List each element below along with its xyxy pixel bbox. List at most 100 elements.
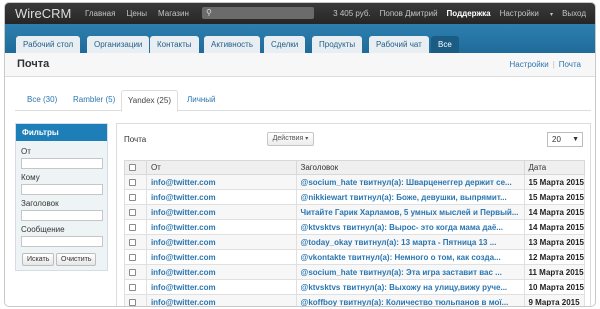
to-field[interactable] — [21, 184, 103, 195]
row-date: 15 Марта 2015 — [523, 189, 585, 205]
row-subject[interactable]: @socium_hate твитнул(а): Шварценеггер де… — [295, 174, 525, 190]
tab-personal[interactable]: Личный — [181, 90, 222, 111]
table-row[interactable]: info@twitter.com @socium_hate твитнул(а):… — [124, 264, 585, 280]
row-select-cell — [124, 294, 147, 306]
row-checkbox[interactable] — [129, 253, 136, 261]
tab-desktop[interactable]: Рабочий стол — [16, 36, 81, 53]
nav-store[interactable]: Магазин — [158, 9, 189, 18]
page-title: Почта — [17, 58, 50, 70]
row-subject[interactable]: @nikkiewart твитнул(а): Боже, девушки, в… — [295, 189, 525, 205]
table-row[interactable]: info@twitter.com @socium_hate твитнул(а):… — [124, 174, 585, 190]
row-date: 13 Марта 2015 — [523, 234, 585, 250]
tab-organizations[interactable]: Организации — [87, 36, 150, 53]
table-row[interactable]: info@twitter.com @koffboy твитнул(а): Кол… — [124, 294, 585, 306]
chevron-down-icon: ▾ — [550, 12, 554, 18]
subject-label: Заголовок — [21, 199, 59, 208]
row-subject[interactable]: @vkontakte твитнул(а): Немного о том, ка… — [295, 249, 525, 265]
search-input[interactable]: ⚲ — [202, 7, 314, 19]
row-checkbox[interactable] — [129, 208, 136, 216]
table-row[interactable]: info@twitter.com @ktvsktvs твитнул(а): Вы… — [124, 219, 585, 235]
top-nav: Главная Цены Магазин — [85, 3, 200, 24]
row-checkbox[interactable] — [129, 298, 136, 306]
filters-panel: Фильтры От Кому Заголовок Сообщение Иска… — [15, 123, 108, 271]
table-row[interactable]: info@twitter.com Читайте Гарик Харламов, … — [124, 204, 585, 220]
modules-bar: Рабочий стол Организации Контакты Активн… — [5, 24, 595, 53]
row-checkbox[interactable] — [129, 178, 136, 186]
table-row[interactable]: info@twitter.com @today_okay твитнул(а): … — [124, 234, 585, 250]
row-from[interactable]: info@twitter.com — [145, 219, 297, 235]
row-from[interactable]: info@twitter.com — [145, 174, 297, 190]
row-select-cell — [124, 219, 147, 235]
row-from[interactable]: info@twitter.com — [145, 294, 297, 306]
nav-home[interactable]: Главная — [85, 9, 115, 18]
column-date[interactable]: Дата — [523, 160, 585, 175]
page-size-select[interactable]: 20 ▼ — [547, 132, 583, 147]
table-row[interactable]: info@twitter.com @vkontakte твитнул(а): Н… — [124, 249, 585, 265]
support-link[interactable]: Поддержка — [447, 9, 491, 18]
row-subject[interactable]: @socium_hate твитнул(а): Эта игра застав… — [295, 264, 525, 280]
row-subject[interactable]: @ktvsktvs твитнул(а): Выхожу на улицу,ви… — [295, 279, 525, 295]
tab-activity[interactable]: Активность — [204, 36, 261, 53]
row-subject[interactable]: @ktvsktvs твитнул(а): Вырос- это когда м… — [295, 219, 525, 235]
row-date: 14 Марта 2015 — [523, 219, 585, 235]
clear-button[interactable]: Очистить — [56, 253, 97, 266]
row-checkbox[interactable] — [129, 268, 136, 276]
tab-contacts[interactable]: Контакты — [150, 36, 199, 53]
row-checkbox[interactable] — [129, 223, 136, 231]
tab-products[interactable]: Продукты — [312, 36, 363, 53]
row-from[interactable]: info@twitter.com — [145, 189, 297, 205]
row-from[interactable]: info@twitter.com — [145, 279, 297, 295]
row-from[interactable]: info@twitter.com — [145, 264, 297, 280]
row-date: 10 Марта 2015 — [523, 279, 585, 295]
mail-list-title: Почта — [124, 135, 147, 144]
search-button[interactable]: Искать — [22, 253, 55, 266]
row-from[interactable]: info@twitter.com — [145, 204, 297, 220]
tab-all[interactable]: Все — [431, 36, 459, 53]
row-date: 15 Марта 2015 — [523, 174, 585, 190]
subject-field[interactable] — [21, 210, 103, 221]
from-field[interactable] — [21, 158, 103, 169]
tab-deals[interactable]: Сделки — [264, 36, 306, 53]
row-subject[interactable]: @koffboy твитнул(а): Количество тюльпано… — [295, 294, 525, 306]
top-right-menu: 3 405 руб. Попов Дмитрий Поддержка Настр… — [333, 3, 595, 24]
settings-link[interactable]: Настройки — [509, 60, 548, 69]
row-checkbox[interactable] — [129, 283, 136, 291]
tab-rambler[interactable]: Rambler (5) — [67, 90, 121, 111]
column-from[interactable]: От — [145, 160, 297, 175]
row-from[interactable]: info@twitter.com — [145, 234, 297, 250]
settings-menu[interactable]: Настройки ▾ — [500, 9, 553, 18]
row-subject[interactable]: Читайте Гарик Харламов, 5 умных мыслей и… — [295, 204, 525, 220]
logout-link[interactable]: Выход — [562, 9, 586, 18]
mail-table: От Заголовок Дата info@twitter.com @sociu… — [124, 160, 585, 306]
message-field[interactable] — [21, 236, 103, 247]
table-row[interactable]: info@twitter.com @nikkiewart твитнул(а): … — [124, 189, 585, 205]
chevron-down-icon: ▾ — [305, 136, 309, 142]
to-label: Кому — [21, 173, 40, 182]
top-bar: WireCRM Главная Цены Магазин ⚲ 3 405 руб… — [5, 3, 595, 24]
nav-prices[interactable]: Цены — [126, 9, 147, 18]
from-label: От — [21, 147, 31, 156]
row-checkbox[interactable] — [129, 193, 136, 201]
row-subject[interactable]: @today_okay твитнул(а): 13 марта - Пятни… — [295, 234, 525, 250]
divider: | — [552, 60, 555, 69]
user-name[interactable]: Попов Дмитрий — [380, 9, 438, 18]
tab-work-chat[interactable]: Рабочий чат — [369, 36, 429, 53]
select-all-checkbox[interactable] — [129, 164, 136, 172]
row-select-cell — [124, 174, 147, 190]
row-from[interactable]: info@twitter.com — [145, 249, 297, 265]
row-checkbox[interactable] — [129, 238, 136, 246]
page-header: Почта Настройки | Почта — [5, 53, 595, 77]
mailbox-tabs: Все (30) Rambler (5) Yandex (25) Личный — [15, 90, 591, 112]
tab-yandex[interactable]: Yandex (25) — [121, 90, 178, 112]
mail-link[interactable]: Почта — [559, 60, 581, 69]
actions-dropdown[interactable]: Действия ▾ — [267, 132, 314, 146]
mail-list-panel: Почта Действия ▾ 20 ▼ От Заголовок Дата i… — [116, 123, 591, 306]
settings-label: Настройки — [499, 9, 539, 18]
row-date: 12 Марта 2015 — [523, 249, 585, 265]
filters-title: Фильтры — [16, 124, 107, 141]
table-row[interactable]: info@twitter.com @ktvsktvs твитнул(а): Вы… — [124, 279, 585, 295]
column-subject[interactable]: Заголовок — [295, 160, 525, 175]
row-date: 14 Марта 2015 — [523, 204, 585, 220]
search-icon: ⚲ — [206, 8, 212, 17]
tab-all-mail[interactable]: Все (30) — [21, 90, 63, 111]
